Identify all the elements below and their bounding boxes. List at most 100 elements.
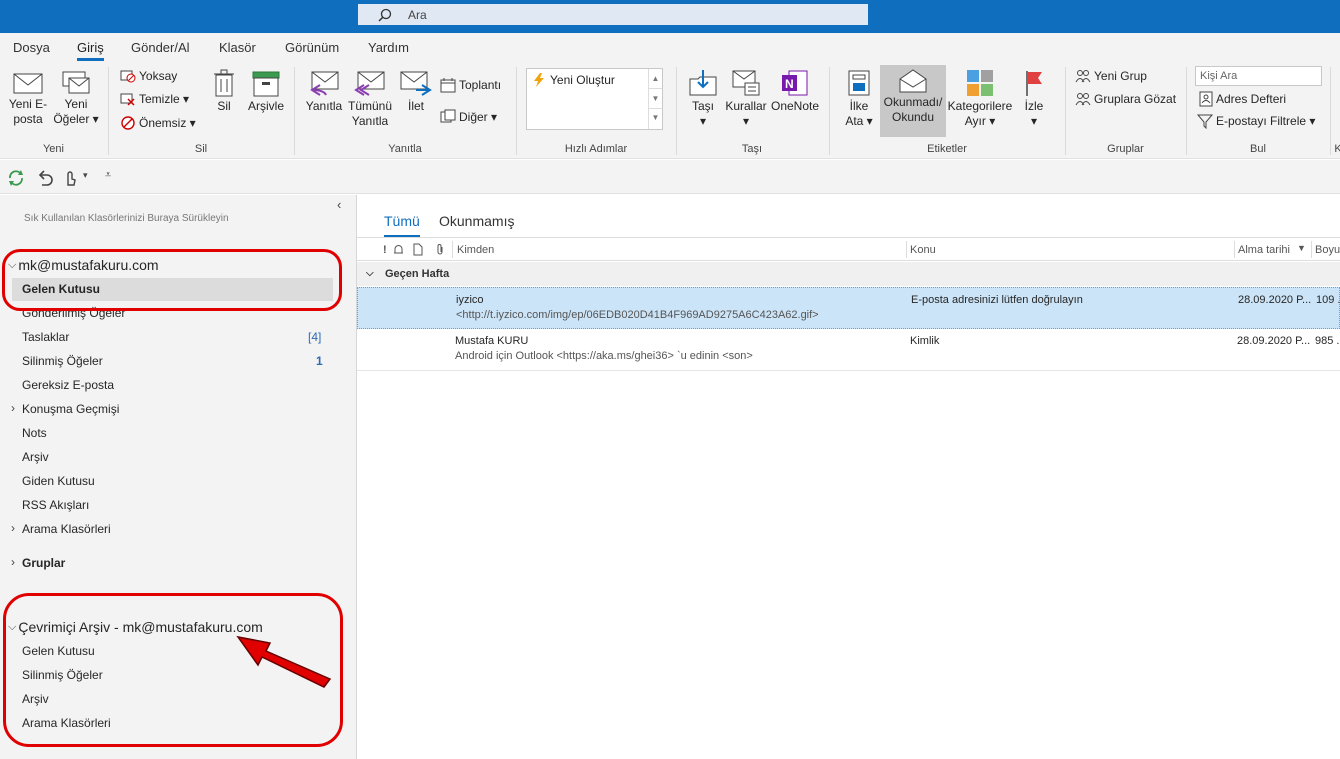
- expand-icon[interactable]: ▼: [649, 109, 662, 127]
- menu-file[interactable]: Dosya: [13, 40, 50, 55]
- ribbon-divider: [294, 67, 295, 155]
- menu-help[interactable]: Yardım: [368, 40, 409, 55]
- message-preview: Android için Outlook <https://aka.ms/ghe…: [455, 350, 753, 362]
- chevron-right-icon[interactable]: ›: [11, 555, 15, 569]
- undo-icon[interactable]: [36, 169, 54, 187]
- folder-junk[interactable]: Gereksiz E-posta: [22, 378, 114, 392]
- categorize-button[interactable]: Kategorilere Ayır ▾: [946, 69, 1014, 129]
- date-group-header[interactable]: ⌵ Geçen Hafta: [357, 262, 1340, 286]
- onenote-button[interactable]: N OneNote: [770, 69, 820, 114]
- date-column[interactable]: Alma tarihi: [1238, 244, 1290, 256]
- scroll-up-icon[interactable]: ▲: [649, 69, 662, 89]
- assign-policy-button[interactable]: İlke Ata ▾: [840, 69, 878, 129]
- deleted-count: 1: [316, 354, 323, 368]
- touch-mode-icon[interactable]: [62, 169, 78, 187]
- size-column[interactable]: Boyu: [1315, 244, 1340, 256]
- ribbon: Yeni E- posta Yeni Öğeler ▾ Yeni Yoksay …: [0, 61, 1340, 159]
- follow-up-button[interactable]: İzle ▾: [1018, 69, 1050, 129]
- folder-conversation-history[interactable]: Konuşma Geçmişi: [22, 402, 119, 416]
- reply-all-label-1: Tümünü: [347, 99, 393, 113]
- message-preview: <http://t.iyzico.com/img/ep/06EDB020D41B…: [456, 309, 819, 321]
- collapse-pane-icon[interactable]: ‹: [337, 197, 341, 212]
- from-column[interactable]: Kimden: [457, 244, 494, 256]
- folder-outbox[interactable]: Giden Kutusu: [22, 474, 95, 488]
- attachment-icon[interactable]: [435, 243, 445, 256]
- folder-archive[interactable]: Arşiv: [22, 450, 49, 464]
- menu-home[interactable]: Giriş: [77, 40, 104, 61]
- sort-down-icon[interactable]: ▼: [1297, 243, 1306, 253]
- column-divider[interactable]: [452, 241, 453, 258]
- quick-steps-scrollbar[interactable]: ▲ ▼ ▼: [648, 69, 662, 129]
- new-items-button[interactable]: Yeni Öğeler ▾: [52, 71, 100, 127]
- search-people-input[interactable]: Kişi Ara: [1195, 66, 1322, 86]
- new-items-label-1: Yeni: [64, 97, 88, 111]
- categories-icon: [967, 70, 993, 96]
- importance-column[interactable]: !: [383, 244, 387, 256]
- chevron-down-icon[interactable]: ⌵: [366, 268, 374, 279]
- subject-column[interactable]: Konu: [910, 244, 936, 256]
- message-row[interactable]: iyzico <http://t.iyzico.com/img/ep/06EDB…: [357, 287, 1340, 329]
- rules-button[interactable]: Kurallar ▾: [724, 69, 768, 129]
- address-book-button[interactable]: Adres Defteri: [1199, 91, 1286, 107]
- message-size: 985 ...: [1315, 335, 1340, 347]
- meeting-button[interactable]: Toplantı: [440, 77, 501, 93]
- chevron-right-icon[interactable]: ›: [11, 401, 15, 415]
- folder-search-folders[interactable]: Arama Klasörleri: [22, 522, 111, 536]
- move-button[interactable]: Taşı ▾: [685, 69, 721, 129]
- filter-email-button[interactable]: E-postayı Filtrele ▾: [1197, 113, 1315, 129]
- folder-drafts[interactable]: Taslaklar: [22, 330, 69, 344]
- reply-button[interactable]: Yanıtla: [303, 71, 345, 114]
- reply-all-button[interactable]: Tümünü Yanıtla: [346, 71, 394, 129]
- forward-icon: [400, 71, 432, 96]
- onenote-icon: N: [782, 70, 808, 96]
- customize-toolbar-icon[interactable]: ⩡: [105, 169, 111, 182]
- menu-folder[interactable]: Klasör: [219, 40, 256, 55]
- forward-button[interactable]: İlet: [398, 71, 434, 114]
- unread-read-button[interactable]: Okunmadı/ Okundu: [880, 65, 946, 137]
- new-email-label-2: posta: [13, 112, 43, 126]
- message-row[interactable]: Mustafa KURU Android için Outlook <https…: [357, 329, 1340, 371]
- new-items-icon: [62, 71, 90, 94]
- junk-icon: [121, 116, 135, 130]
- groups-header[interactable]: Gruplar: [22, 556, 65, 570]
- sync-icon[interactable]: [7, 169, 25, 187]
- group-label-reply: Yanıtla: [388, 143, 422, 155]
- message-subject: E-posta adresinizi lütfen doğrulayın: [911, 294, 1083, 306]
- column-divider[interactable]: [1311, 241, 1312, 258]
- chevron-right-icon[interactable]: ›: [11, 521, 15, 535]
- new-items-label-2: Öğeler ▾: [53, 112, 99, 126]
- scroll-down-icon[interactable]: ▼: [649, 89, 662, 109]
- menu-send-receive[interactable]: Gönder/Al: [131, 40, 190, 55]
- archive-button[interactable]: Arşivle: [244, 71, 288, 114]
- quick-access-toolbar: ▾ ⩡: [0, 160, 1340, 194]
- quick-step-new[interactable]: Yeni Oluştur: [532, 73, 615, 87]
- column-divider[interactable]: [1234, 241, 1235, 258]
- search-box[interactable]: Ara: [358, 4, 868, 25]
- column-divider[interactable]: [906, 241, 907, 258]
- item-type-icon[interactable]: [413, 243, 423, 256]
- more-reply-button[interactable]: Diğer ▾: [440, 109, 497, 125]
- categorize-label-2: Ayır ▾: [964, 114, 996, 128]
- ignore-button[interactable]: Yoksay: [120, 69, 177, 83]
- delete-button[interactable]: Sil: [208, 69, 240, 114]
- new-email-label-1: Yeni E-: [8, 97, 48, 111]
- quick-steps-box[interactable]: Yeni Oluştur ▲ ▼ ▼: [526, 68, 663, 130]
- reminder-bell-icon[interactable]: [393, 244, 404, 256]
- tab-unread[interactable]: Okunmamış: [439, 213, 514, 229]
- new-group-button[interactable]: Yeni Grup: [1075, 69, 1147, 83]
- tab-all[interactable]: Tümü: [384, 213, 420, 237]
- unread-label-2: Okundu: [891, 110, 935, 124]
- onenote-label: OneNote: [770, 99, 820, 113]
- folder-rss[interactable]: RSS Akışları: [22, 498, 89, 512]
- menu-view[interactable]: Görünüm: [285, 40, 339, 55]
- new-email-button[interactable]: Yeni E- posta: [6, 71, 50, 127]
- column-header: ! Kimden Konu Alma tarihi ▼ Boyu: [357, 237, 1340, 261]
- browse-groups-button[interactable]: Gruplara Gözat: [1075, 92, 1176, 106]
- touch-dropdown-icon[interactable]: ▾: [83, 170, 88, 181]
- ribbon-divider: [829, 67, 830, 155]
- folder-notes[interactable]: Nots: [22, 426, 47, 440]
- folder-deleted-items[interactable]: Silinmiş Öğeler: [22, 354, 103, 368]
- junk-button[interactable]: Önemsiz ▾: [120, 115, 196, 131]
- cleanup-button[interactable]: Temizle ▾: [120, 92, 189, 106]
- open-envelope-icon: [899, 69, 927, 93]
